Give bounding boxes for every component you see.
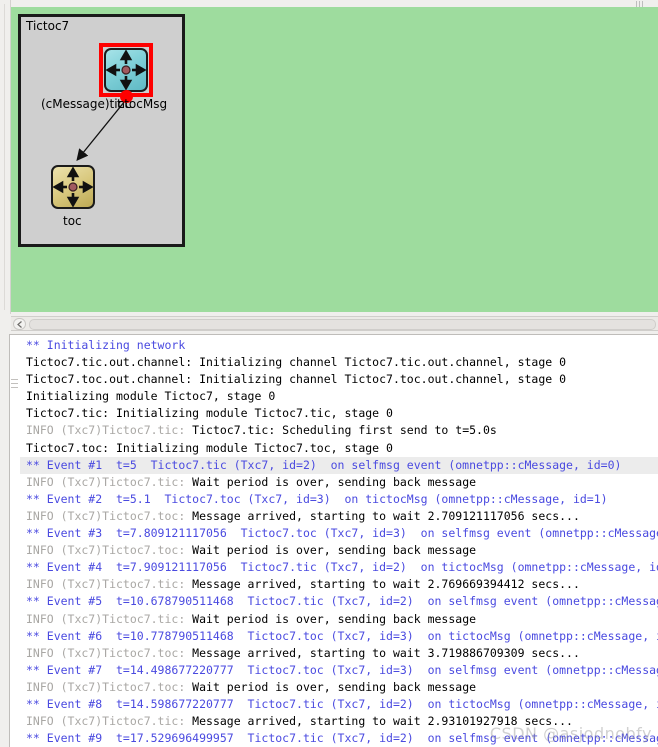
log-line[interactable]: INFO (Txc7)Tictoc7.tic: Wait period is o…: [20, 611, 658, 628]
log-line-message: Wait period is over, sending back messag…: [192, 474, 477, 489]
log-line[interactable]: INFO (Txc7)Tictoc7.tic: Tictoc7.tic: Sch…: [20, 422, 658, 439]
log-line-message: Message arrived, starting to wait 3.7198…: [192, 645, 580, 660]
log-line[interactable]: ** Event #7 t=14.498677220777 Tictoc7.to…: [20, 662, 658, 679]
log-line[interactable]: INFO (Txc7)Tictoc7.tic: Message arrived,…: [20, 713, 658, 730]
log-line-prefix: INFO (Txc7)Tictoc7.tic:: [26, 611, 193, 626]
log-line[interactable]: ** Event #5 t=10.678790511468 Tictoc7.ti…: [20, 593, 658, 610]
network-canvas-region: Tictoc7 tic toc (cMessage)tictocMsg: [0, 0, 658, 331]
log-line-prefix: INFO (Txc7)Tictoc7.toc:: [26, 543, 193, 558]
log-line-message: Wait period is over, sending back messag…: [192, 611, 477, 626]
canvas-left-rail: [0, 0, 11, 314]
log-line-message: Message arrived, starting to wait 2.7696…: [192, 577, 580, 592]
module-icon-toc[interactable]: [51, 165, 95, 209]
module-arrows-icon: [105, 49, 147, 91]
log-line[interactable]: INFO (Txc7)Tictoc7.toc: Message arrived,…: [20, 645, 658, 662]
log-line[interactable]: ** Event #2 t=5.1 Tictoc7.toc (Txc7, id=…: [20, 491, 658, 508]
log-line-prefix: INFO (Txc7)Tictoc7.tic:: [26, 474, 193, 489]
log-line[interactable]: INFO (Txc7)Tictoc7.toc: Wait period is o…: [20, 542, 658, 559]
log-line[interactable]: ** Event #8 t=14.598677220777 Tictoc7.ti…: [20, 696, 658, 713]
log-line-message: Tictoc7.tic: Scheduling first send to t=…: [192, 423, 497, 438]
module-label-toc: toc: [63, 214, 82, 228]
log-line[interactable]: ** Initializing network: [20, 337, 658, 354]
canvas-scrollbar-track[interactable]: [29, 319, 656, 330]
log-line-prefix: INFO (Txc7)Tictoc7.toc:: [26, 645, 193, 660]
log-line[interactable]: INFO (Txc7)Tictoc7.tic: Wait period is o…: [20, 474, 658, 491]
log-line[interactable]: Tictoc7.toc.out.channel: Initializing ch…: [20, 371, 658, 388]
chevron-left-icon[interactable]: [13, 318, 26, 330]
canvas-left-rail-line: [4, 4, 5, 310]
log-scrollbar-thumb[interactable]: [11, 376, 18, 394]
log-line[interactable]: ** Event #6 t=10.778790511468 Tictoc7.to…: [20, 628, 658, 645]
log-line-prefix: INFO (Txc7)Tictoc7.toc:: [26, 508, 193, 523]
log-line-message: Message arrived, starting to wait 2.7091…: [192, 508, 580, 523]
log-line-prefix: INFO (Txc7)Tictoc7.toc:: [26, 679, 193, 694]
log-line[interactable]: Tictoc7.tic: Initializing module Tictoc7…: [20, 405, 658, 422]
log-line[interactable]: Tictoc7.toc: Initializing module Tictoc7…: [20, 440, 658, 457]
message-label: (cMessage)tictocMsg: [41, 97, 168, 111]
network-canvas[interactable]: Tictoc7 tic toc (cMessage)tictocMsg: [11, 7, 658, 312]
compound-module-title: Tictoc7: [26, 19, 70, 33]
compound-module-tictoc7[interactable]: Tictoc7 tic toc (cMessage)tictocMsg: [18, 14, 185, 247]
simulation-window: Tictoc7 tic toc (cMessage)tictocMsg ** I…: [0, 0, 658, 747]
log-line[interactable]: Initializing module Tictoc7, stage 0: [20, 388, 658, 405]
log-line[interactable]: Tictoc7.tic.out.channel: Initializing ch…: [20, 354, 658, 371]
log-line-list: ** Initializing network Tictoc7.tic.out.c…: [20, 337, 658, 747]
event-log-panel[interactable]: ** Initializing network Tictoc7.tic.out.c…: [9, 334, 658, 747]
log-line[interactable]: ** Event #4 t=7.909121117056 Tictoc7.tic…: [20, 559, 658, 576]
module-arrows-icon: [52, 166, 94, 208]
log-line-prefix: INFO (Txc7)Tictoc7.tic:: [26, 423, 193, 438]
log-line[interactable]: INFO (Txc7)Tictoc7.tic: Message arrived,…: [20, 576, 658, 593]
log-scrollbar[interactable]: [10, 335, 19, 747]
log-line-message: Message arrived, starting to wait 2.9310…: [192, 714, 573, 729]
log-line-message: Wait period is over, sending back messag…: [192, 679, 477, 694]
canvas-horizontal-scrollbar[interactable]: [11, 316, 658, 331]
log-line[interactable]: ** Event #9 t=17.529696499957 Tictoc7.ti…: [20, 730, 658, 747]
module-icon-tic[interactable]: [104, 48, 148, 92]
log-line[interactable]: INFO (Txc7)Tictoc7.toc: Message arrived,…: [20, 508, 658, 525]
log-line-prefix: INFO (Txc7)Tictoc7.tic:: [26, 714, 193, 729]
log-line-prefix: INFO (Txc7)Tictoc7.tic:: [26, 577, 193, 592]
log-line[interactable]: ** Event #3 t=7.809121117056 Tictoc7.toc…: [20, 525, 658, 542]
log-line[interactable]: INFO (Txc7)Tictoc7.toc: Wait period is o…: [20, 679, 658, 696]
log-line[interactable]: ** Event #1 t=5 Tictoc7.tic (Txc7, id=2)…: [20, 456, 658, 474]
log-line-message: Wait period is over, sending back messag…: [192, 543, 477, 558]
